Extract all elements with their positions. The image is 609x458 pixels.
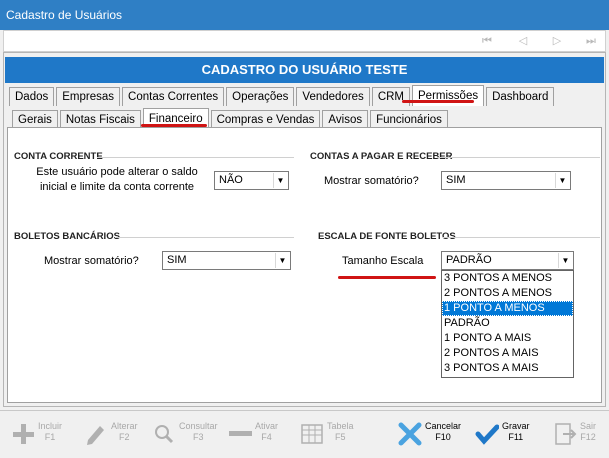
conta-corrente-title: CONTA CORRENTE xyxy=(14,151,103,162)
escala-dropdown-list: 3 PONTOS A MENOS 2 PONTOS A MENOS 1 PONT… xyxy=(441,270,574,378)
conta-corrente-value: NÃO xyxy=(219,174,243,186)
next-record-icon[interactable]: ▷ xyxy=(550,35,564,47)
last-record-icon[interactable]: ⏭ xyxy=(584,35,598,47)
main-tabs: Dados Empresas Contas Correntes Operaçõe… xyxy=(9,85,556,107)
window-titlebar: Cadastro de Usuários xyxy=(0,0,609,30)
consultar-label: Consultar xyxy=(179,421,218,431)
pencil-icon xyxy=(83,421,109,447)
boletos-title: BOLETOS BANCÁRIOS xyxy=(14,231,120,242)
escala-option[interactable]: PADRÃO xyxy=(442,316,573,331)
escala-select[interactable]: PADRÃO ▼ xyxy=(441,251,574,270)
cancel-x-icon xyxy=(397,421,423,447)
contas-pagar-select[interactable]: SIM ▼ xyxy=(441,171,571,190)
escala-value: PADRÃO xyxy=(446,254,492,266)
previous-record-icon[interactable]: ◁ xyxy=(516,35,530,47)
exit-door-icon xyxy=(552,421,578,447)
sair-button[interactable]: Sair F12 xyxy=(552,421,596,447)
window-title: Cadastro de Usuários xyxy=(6,8,123,22)
sair-label: Sair xyxy=(580,421,597,431)
tabela-button[interactable]: Tabela F5 xyxy=(299,421,354,447)
table-icon xyxy=(299,421,325,447)
chevron-down-icon[interactable]: ▼ xyxy=(555,173,569,188)
incluir-label: Incluir xyxy=(38,421,63,431)
chevron-down-icon[interactable]: ▼ xyxy=(273,173,287,188)
page-title: CADASTRO DO USUÁRIO TESTE xyxy=(201,62,408,77)
alterar-button[interactable]: Alterar F2 xyxy=(83,421,138,447)
cancelar-label: Cancelar xyxy=(425,421,462,431)
conta-corrente-select[interactable]: NÃO ▼ xyxy=(214,171,289,190)
tab-dashboard[interactable]: Dashboard xyxy=(486,87,555,106)
escala-title: ESCALA DE FONTE BOLETOS xyxy=(318,231,456,242)
sair-key: F12 xyxy=(580,432,596,442)
ativar-label: Ativar xyxy=(255,421,279,431)
escala-divider xyxy=(443,237,600,238)
ativar-button[interactable]: Ativar F4 xyxy=(227,421,278,447)
tab-contas-correntes[interactable]: Contas Correntes xyxy=(122,87,225,106)
contas-pagar-title: CONTAS A PAGAR E RECEBER xyxy=(310,151,453,162)
consultar-key: F3 xyxy=(193,432,204,442)
escala-option[interactable]: 2 PONTOS A MENOS xyxy=(442,286,573,301)
tab-dados[interactable]: Dados xyxy=(9,87,55,106)
checkmark-icon xyxy=(474,421,500,447)
escala-option-highlighted[interactable]: 1 PONTO A MENOS xyxy=(442,301,573,316)
boletos-label: Mostrar somatório? xyxy=(44,255,139,267)
search-icon xyxy=(151,421,177,447)
tab-crm[interactable]: CRM xyxy=(371,87,411,106)
escala-label: Tamanho Escala xyxy=(342,255,424,267)
cancelar-button[interactable]: Cancelar F10 xyxy=(397,421,461,447)
consultar-button[interactable]: Consultar F3 xyxy=(151,421,218,447)
incluir-key: F1 xyxy=(44,432,56,442)
bottom-toolbar: Incluir F1 Alterar F2 Consultar F3 Ativar F4… xyxy=(0,410,609,458)
contas-pagar-value: SIM xyxy=(446,174,466,186)
conta-corrente-divider xyxy=(97,157,294,158)
first-record-icon[interactable]: ⏮ xyxy=(480,35,494,47)
escala-option[interactable]: 3 PONTOS A MENOS xyxy=(442,271,573,286)
alterar-key: F2 xyxy=(119,432,130,442)
tab-operacoes[interactable]: Operações xyxy=(226,87,295,106)
minus-icon xyxy=(227,421,253,447)
tabela-label: Tabela xyxy=(327,421,354,431)
escala-option[interactable]: 2 PONTOS A MAIS xyxy=(442,346,573,361)
tab-vendedores[interactable]: Vendedores xyxy=(296,87,370,106)
gravar-button[interactable]: Gravar F11 xyxy=(474,421,530,447)
escala-underline xyxy=(338,276,436,279)
gravar-label: Gravar xyxy=(502,421,530,431)
cancelar-key: F10 xyxy=(435,432,451,442)
incluir-button[interactable]: Incluir F1 xyxy=(10,421,62,447)
boletos-select[interactable]: SIM ▼ xyxy=(162,251,291,270)
ativar-key: F4 xyxy=(261,432,272,442)
gravar-key: F11 xyxy=(508,432,524,442)
permissoes-underline xyxy=(402,100,474,103)
tabela-key: F5 xyxy=(335,432,346,442)
chevron-down-icon[interactable]: ▼ xyxy=(558,253,572,268)
escala-option[interactable]: 1 PONTO A MAIS xyxy=(442,331,573,346)
page-header: CADASTRO DO USUÁRIO TESTE xyxy=(5,57,604,83)
alterar-label: Alterar xyxy=(111,421,138,431)
conta-corrente-label-1: Este usuário pode alterar o saldo xyxy=(36,166,198,178)
contas-pagar-divider xyxy=(437,157,600,158)
boletos-value: SIM xyxy=(167,254,187,266)
contas-pagar-label: Mostrar somatório? xyxy=(324,175,419,187)
plus-icon xyxy=(10,421,36,447)
escala-option[interactable]: 3 PONTOS A MAIS xyxy=(442,361,573,376)
conta-corrente-label-2: inicial e limite da conta corrente xyxy=(39,181,195,193)
record-navigator: ⏮ ◁ ▷ ⏭ xyxy=(3,30,606,52)
chevron-down-icon[interactable]: ▼ xyxy=(275,253,289,268)
boletos-divider xyxy=(115,237,294,238)
tab-empresas[interactable]: Empresas xyxy=(56,87,121,106)
